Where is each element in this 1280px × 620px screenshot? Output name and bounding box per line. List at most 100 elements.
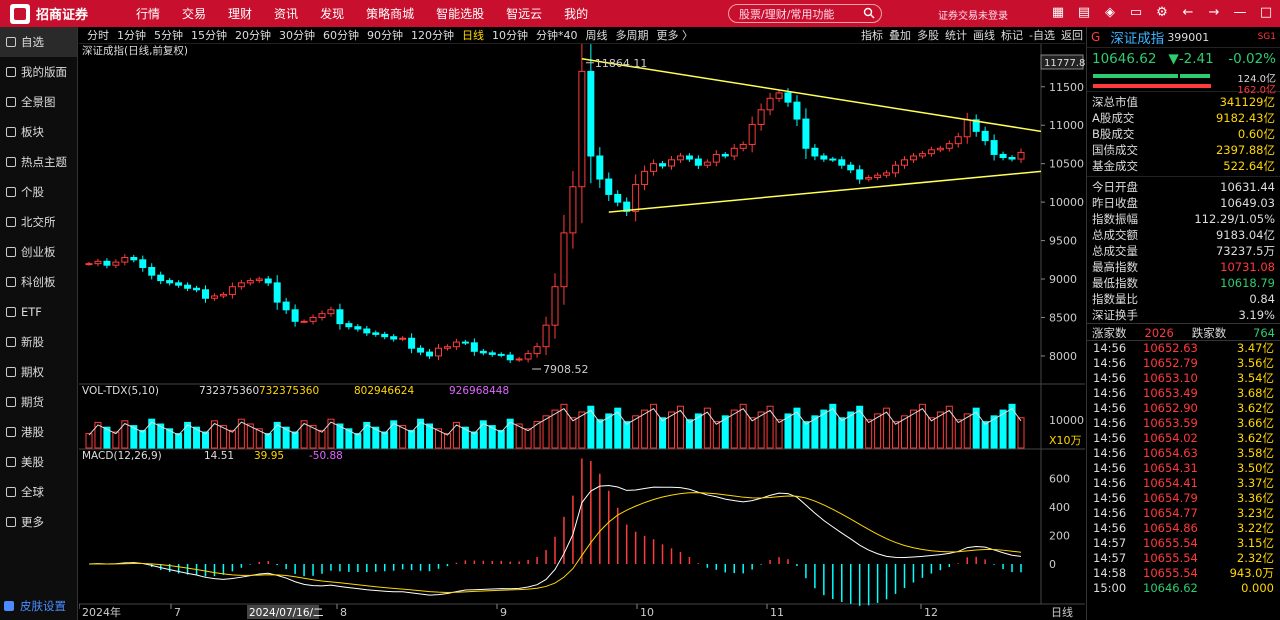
menu-item[interactable]: 资讯 bbox=[274, 5, 298, 22]
sidebar-item-label: ETF bbox=[21, 305, 42, 319]
period-tab[interactable]: 90分钟 bbox=[367, 27, 403, 43]
candle bbox=[273, 282, 281, 303]
gear-icon[interactable]: ⚙ bbox=[1154, 5, 1170, 21]
sidebar-item[interactable]: 个股 bbox=[0, 177, 77, 207]
sidebar-item[interactable]: 创业板 bbox=[0, 237, 77, 267]
tick-row[interactable]: 14:58 10655.54 943.0万 bbox=[1087, 566, 1280, 581]
tick-row[interactable]: 14:57 10655.54 2.32亿 bbox=[1087, 551, 1280, 566]
minimize-icon[interactable]: — bbox=[1232, 5, 1248, 21]
tick-list[interactable]: 14:56 10652.63 3.47亿 14:56 10652.79 3.56亿 14:5… bbox=[1087, 341, 1280, 596]
period-tab[interactable]: 更多 〉 bbox=[657, 27, 694, 43]
period-tab[interactable]: 20分钟 bbox=[235, 27, 271, 43]
stat-value: 0.84 bbox=[1249, 292, 1275, 306]
sidebar-item-label: 期货 bbox=[21, 395, 44, 409]
tick-row[interactable]: 15:00 10646.62 0.000 bbox=[1087, 581, 1280, 596]
menu-item[interactable]: 智远云 bbox=[506, 5, 542, 22]
sidebar-item[interactable]: 新股 bbox=[0, 327, 77, 357]
volume-bar bbox=[381, 431, 389, 449]
chart-tool-button[interactable]: 标记 bbox=[1001, 27, 1023, 43]
tick-row[interactable]: 14:56 10654.63 3.58亿 bbox=[1087, 446, 1280, 461]
period-tab[interactable]: 分钟*40 bbox=[536, 27, 578, 43]
main-menu: 行情 交易 理财 资讯 发现 策略商城 智能选股 智远云 我的 bbox=[136, 5, 610, 22]
tick-row[interactable]: 14:56 10653.49 3.68亿 bbox=[1087, 386, 1280, 401]
tick-row[interactable]: 14:56 10654.02 3.62亿 bbox=[1087, 431, 1280, 446]
sidebar-item[interactable]: 自选 bbox=[0, 27, 77, 57]
sidebar-item[interactable]: 北交所 bbox=[0, 207, 77, 237]
tick-row[interactable]: 14:56 10654.86 3.22亿 bbox=[1087, 521, 1280, 536]
period-tab[interactable]: 5分钟 bbox=[154, 27, 183, 43]
period-tab[interactable]: 60分钟 bbox=[323, 27, 359, 43]
tick-row[interactable]: 14:57 10655.54 3.15亿 bbox=[1087, 536, 1280, 551]
account-status[interactable]: 证券交易未登录 bbox=[938, 7, 1008, 22]
stat-row: 最高指数 10731.08 bbox=[1087, 259, 1280, 275]
back-icon[interactable]: ← bbox=[1180, 5, 1196, 21]
sidebar-item[interactable]: 全球 bbox=[0, 477, 77, 507]
menu-item[interactable]: 策略商城 bbox=[366, 5, 414, 22]
period-tab[interactable]: 120分钟 bbox=[411, 27, 454, 43]
cube-icon[interactable]: ◈ bbox=[1102, 5, 1118, 21]
menu-item[interactable]: 发现 bbox=[320, 5, 344, 22]
tick-row[interactable]: 14:56 10654.31 3.50亿 bbox=[1087, 461, 1280, 476]
period-tab[interactable]: 多周期 bbox=[616, 27, 649, 43]
message-icon[interactable]: ▦ bbox=[1050, 5, 1066, 21]
chart-tool-button[interactable]: 统计 bbox=[945, 27, 967, 43]
chart-tool-button[interactable]: 叠加 bbox=[889, 27, 911, 43]
search-icon[interactable] bbox=[863, 7, 875, 19]
tick-row[interactable]: 14:56 10653.59 3.66亿 bbox=[1087, 416, 1280, 431]
period-tab[interactable]: 分时 bbox=[87, 27, 109, 43]
tick-row[interactable]: 14:56 10654.41 3.37亿 bbox=[1087, 476, 1280, 491]
period-tab[interactable]: 1分钟 bbox=[117, 27, 146, 43]
tick-row[interactable]: 14:56 10652.90 3.62亿 bbox=[1087, 401, 1280, 416]
candle bbox=[632, 183, 640, 212]
index-name[interactable]: 深证成指 bbox=[1110, 27, 1164, 47]
tick-row[interactable]: 14:56 10653.10 3.54亿 bbox=[1087, 371, 1280, 386]
tick-row[interactable]: 14:56 10652.63 3.47亿 bbox=[1087, 341, 1280, 356]
sidebar-item[interactable]: 全景图 bbox=[0, 87, 77, 117]
stat-value: 3.19% bbox=[1238, 308, 1275, 322]
menu-item[interactable]: 行情 bbox=[136, 5, 160, 22]
menu-item[interactable]: 交易 bbox=[182, 5, 206, 22]
sidebar-item[interactable]: 热点主题 bbox=[0, 147, 77, 177]
forward-icon[interactable]: → bbox=[1206, 5, 1222, 21]
search-input[interactable]: 股票/理财/常用功能 bbox=[728, 4, 882, 23]
bar-value-2: 162.0亿 bbox=[1237, 85, 1276, 96]
sidebar-item[interactable]: 板块 bbox=[0, 117, 77, 147]
period-tab[interactable]: 10分钟 bbox=[492, 27, 528, 43]
tick-row[interactable]: 14:56 10654.79 3.36亿 bbox=[1087, 491, 1280, 506]
sidebar-item[interactable]: 期货 bbox=[0, 387, 77, 417]
period-tab[interactable]: 日线 bbox=[462, 27, 484, 43]
chart-tool-button[interactable]: 画线 bbox=[973, 27, 995, 43]
tick-volume: 3.50亿 bbox=[1236, 461, 1274, 475]
maximize-icon[interactable]: □ bbox=[1258, 5, 1274, 21]
tick-row[interactable]: 14:56 10654.77 3.23亿 bbox=[1087, 506, 1280, 521]
menu-item[interactable]: 理财 bbox=[228, 5, 252, 22]
sidebar-item[interactable]: 美股 bbox=[0, 447, 77, 477]
candle bbox=[892, 164, 900, 174]
layout-icon[interactable]: ▤ bbox=[1076, 5, 1092, 21]
period-tab[interactable]: 15分钟 bbox=[191, 27, 227, 43]
chart-tool-button[interactable]: 指标 bbox=[861, 27, 883, 43]
candle bbox=[390, 336, 398, 340]
tick-volume: 3.66亿 bbox=[1236, 416, 1274, 430]
candlestick-chart[interactable]: 深证成指(日线,前复权) 8000 8500 9000 9500 10000 10500 11… bbox=[79, 44, 1085, 620]
skin-settings-button[interactable]: 皮肤设置 bbox=[4, 598, 66, 614]
monitor-icon[interactable]: ▭ bbox=[1128, 5, 1144, 21]
chart-tool-button[interactable]: 多股 bbox=[917, 27, 939, 43]
period-tab[interactable]: 周线 bbox=[586, 27, 608, 43]
menu-item[interactable]: 我的 bbox=[564, 5, 588, 22]
chart-tool-button[interactable]: 返回 bbox=[1061, 27, 1083, 43]
sidebar-item[interactable]: 期权 bbox=[0, 357, 77, 387]
chart-tool-button[interactable]: -自选 bbox=[1029, 27, 1055, 43]
menu-item[interactable]: 智能选股 bbox=[436, 5, 484, 22]
period-tab[interactable]: 30分钟 bbox=[279, 27, 315, 43]
app-logo[interactable]: 招商证券 bbox=[10, 3, 120, 24]
sidebar-item[interactable]: 科创板 bbox=[0, 267, 77, 297]
tick-row[interactable]: 14:56 10652.79 3.56亿 bbox=[1087, 356, 1280, 371]
sidebar-item[interactable]: 更多 bbox=[0, 507, 77, 537]
sidebar-item[interactable]: 港股 bbox=[0, 417, 77, 447]
candle bbox=[748, 123, 756, 145]
candle bbox=[927, 149, 935, 155]
sidebar-item[interactable]: 我的版面 bbox=[0, 57, 77, 87]
tick-volume: 3.36亿 bbox=[1236, 491, 1274, 505]
sidebar-item[interactable]: ETF bbox=[0, 297, 77, 327]
